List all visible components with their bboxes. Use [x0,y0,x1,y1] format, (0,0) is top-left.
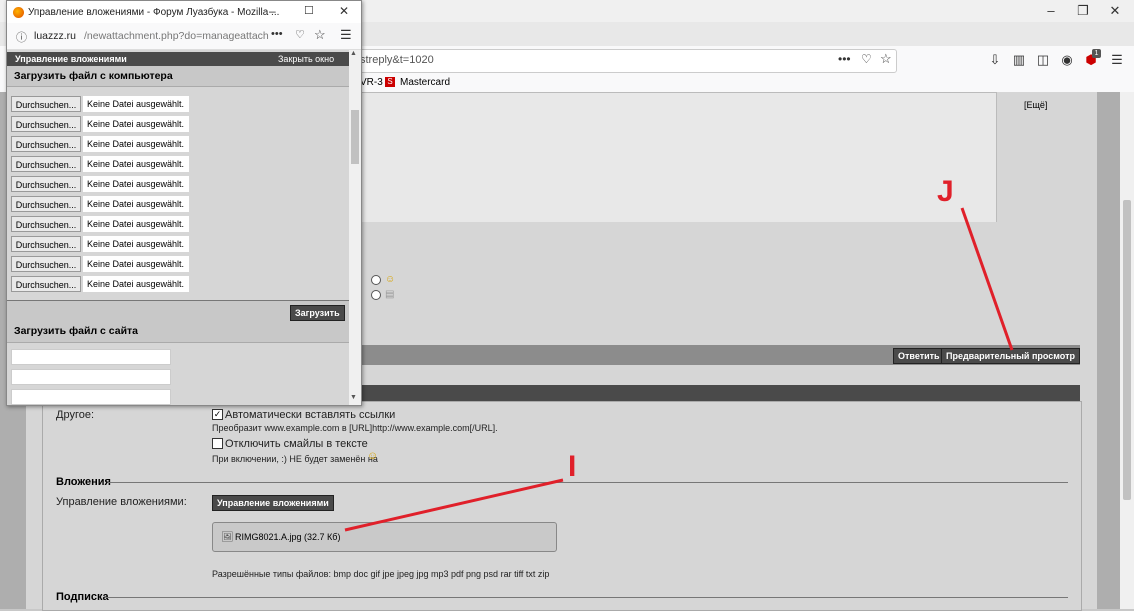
annotation-arrow-i [344,478,564,532]
annotation-arrow-j [960,207,1014,351]
annotation-overlay [344,207,1014,532]
annotation-letter-j: J [937,175,954,208]
annotation-letter-i: I [568,450,577,483]
